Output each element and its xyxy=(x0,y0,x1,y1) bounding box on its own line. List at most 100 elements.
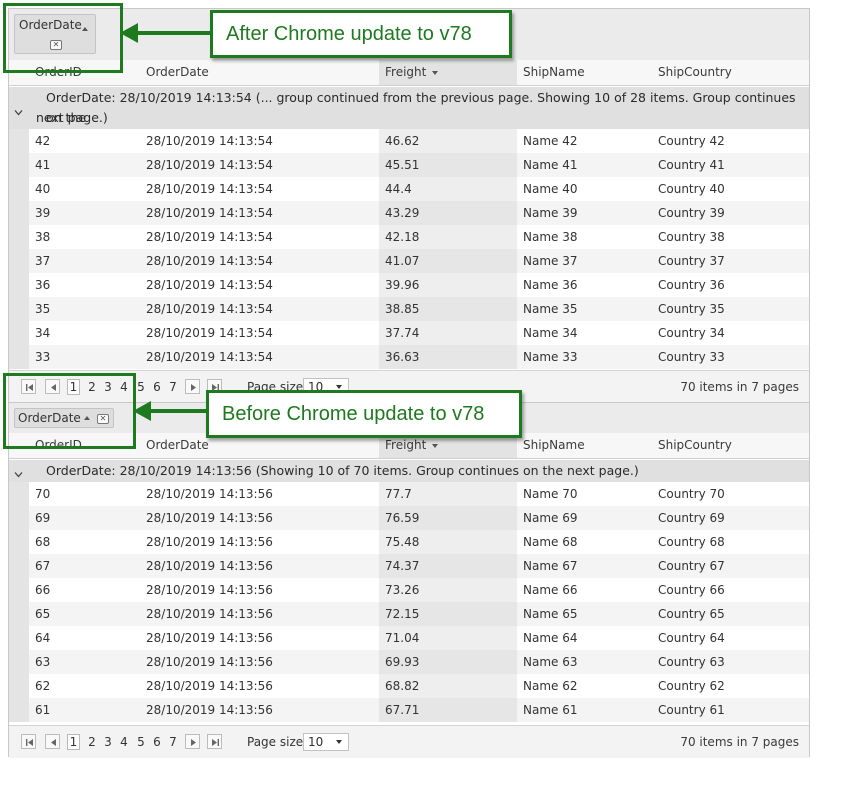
table-row[interactable]: 68 28/10/2019 14:13:56 75.48 Name 68 Country… xyxy=(9,530,809,554)
cell-shipcountry: Country 33 xyxy=(658,350,725,364)
callout-before-update: Before Chrome update to v78 xyxy=(206,390,522,438)
table-row[interactable]: 66 28/10/2019 14:13:56 73.26 Name 66 Country… xyxy=(9,578,809,602)
page-2[interactable]: 2 xyxy=(87,734,97,750)
table-row[interactable]: 34 28/10/2019 14:13:54 37.74 Name 34 Country… xyxy=(9,321,809,345)
first-page-button[interactable] xyxy=(21,734,36,749)
col-header-freight[interactable]: Freight xyxy=(379,60,517,85)
next-page-icon xyxy=(191,384,196,391)
cell-orderdate: 28/10/2019 14:13:56 xyxy=(146,583,273,597)
last-page-button[interactable] xyxy=(207,734,222,749)
page-7[interactable]: 7 xyxy=(168,379,178,395)
group-header-row[interactable]: OrderDate: 28/10/2019 14:13:56 (Showing … xyxy=(9,460,809,482)
table-row[interactable]: 40 28/10/2019 14:13:54 44.4 Name 40 Country … xyxy=(9,177,809,201)
table-row[interactable]: 38 28/10/2019 14:13:54 42.18 Name 38 Country… xyxy=(9,225,809,249)
group-indent xyxy=(9,482,29,506)
page-5[interactable]: 5 xyxy=(136,734,146,750)
table-row[interactable]: 70 28/10/2019 14:13:56 77.7 Name 70 Country … xyxy=(9,482,809,506)
cell-orderid: 65 xyxy=(35,607,51,621)
next-page-button[interactable] xyxy=(185,379,200,394)
page-3[interactable]: 3 xyxy=(103,734,113,750)
cell-shipname: Name 34 xyxy=(523,326,578,340)
cell-orderdate: 28/10/2019 14:13:56 xyxy=(146,511,273,525)
cell-freight: 44.4 xyxy=(379,177,517,201)
chevron-down-icon[interactable] xyxy=(14,470,23,479)
next-page-button[interactable] xyxy=(185,734,200,749)
cell-freight: 38.85 xyxy=(379,297,517,321)
cell-shipname: Name 61 xyxy=(523,703,578,717)
cell-freight: 39.96 xyxy=(379,273,517,297)
group-indent xyxy=(9,273,29,297)
cell-orderid: 33 xyxy=(35,350,51,364)
cell-orderid: 34 xyxy=(35,326,51,340)
last-page-icon xyxy=(212,739,219,746)
cell-shipname: Name 70 xyxy=(523,487,578,501)
col-header-shipname[interactable]: ShipName xyxy=(517,60,652,85)
prev-page-button[interactable] xyxy=(45,734,60,749)
cell-freight: 77.7 xyxy=(379,482,517,506)
arrow-bottom-icon xyxy=(133,401,209,421)
cell-shipname: Name 62 xyxy=(523,679,578,693)
cell-orderdate: 28/10/2019 14:13:56 xyxy=(146,631,273,645)
first-page-icon xyxy=(26,739,33,746)
cell-shipcountry: Country 64 xyxy=(658,631,725,645)
cell-orderid: 41 xyxy=(35,158,51,172)
page-7[interactable]: 7 xyxy=(168,734,178,750)
table-row[interactable]: 37 28/10/2019 14:13:54 41.07 Name 37 Country… xyxy=(9,249,809,273)
cell-shipcountry: Country 42 xyxy=(658,134,725,148)
cell-shipcountry: Country 70 xyxy=(658,487,725,501)
cell-shipname: Name 38 xyxy=(523,230,578,244)
cell-freight: 67.71 xyxy=(379,698,517,722)
page-size-label: Page size: xyxy=(247,735,308,749)
cell-orderid: 62 xyxy=(35,679,51,693)
table-row[interactable]: 41 28/10/2019 14:13:54 45.51 Name 41 Country… xyxy=(9,153,809,177)
pager: 1 2 3 4 5 6 7 Page size: 10 70 items in … xyxy=(9,725,809,758)
col-header-shipname[interactable]: ShipName xyxy=(517,433,652,458)
table-row[interactable]: 62 28/10/2019 14:13:56 68.82 Name 62 Country… xyxy=(9,674,809,698)
chevron-down-icon[interactable] xyxy=(14,108,23,117)
page-6[interactable]: 6 xyxy=(152,734,162,750)
page-5[interactable]: 5 xyxy=(136,379,146,395)
cell-orderdate: 28/10/2019 14:13:54 xyxy=(146,254,273,268)
cell-orderdate: 28/10/2019 14:13:54 xyxy=(146,206,273,220)
table-row[interactable]: 33 28/10/2019 14:13:54 36.63 Name 33 Country… xyxy=(9,345,809,369)
cell-orderid: 39 xyxy=(35,206,51,220)
page-size-select[interactable]: 10 xyxy=(303,733,349,751)
cell-shipname: Name 37 xyxy=(523,254,578,268)
page-6[interactable]: 6 xyxy=(152,379,162,395)
col-header-orderdate[interactable]: OrderDate xyxy=(140,60,379,85)
cell-shipname: Name 33 xyxy=(523,350,578,364)
sort-desc-icon xyxy=(432,443,439,448)
cell-orderdate: 28/10/2019 14:13:54 xyxy=(146,134,273,148)
table-row[interactable]: 39 28/10/2019 14:13:54 43.29 Name 39 Country… xyxy=(9,201,809,225)
page-1[interactable]: 1 xyxy=(67,734,80,750)
table-row[interactable]: 65 28/10/2019 14:13:56 72.15 Name 65 Country… xyxy=(9,602,809,626)
cell-orderdate: 28/10/2019 14:13:56 xyxy=(146,559,273,573)
col-header-shipcountry[interactable]: ShipCountry xyxy=(652,60,809,85)
table-row[interactable]: 35 28/10/2019 14:13:54 38.85 Name 35 Country… xyxy=(9,297,809,321)
table-row[interactable]: 64 28/10/2019 14:13:56 71.04 Name 64 Country… xyxy=(9,626,809,650)
group-indent xyxy=(9,297,29,321)
column-header-row: OrderID OrderDate Freight ShipName ShipC… xyxy=(9,60,809,86)
col-header-shipcountry[interactable]: ShipCountry xyxy=(652,433,809,458)
cell-shipcountry: Country 68 xyxy=(658,535,725,549)
table-row[interactable]: 42 28/10/2019 14:13:54 46.62 Name 42 Country… xyxy=(9,129,809,153)
cell-orderid: 40 xyxy=(35,182,51,196)
cell-orderid: 64 xyxy=(35,631,51,645)
group-header-line-2: next page.) xyxy=(36,110,108,125)
cell-orderdate: 28/10/2019 14:13:56 xyxy=(146,655,273,669)
cell-orderid: 67 xyxy=(35,559,51,573)
group-header-row[interactable]: OrderDate: 28/10/2019 14:13:54 (... grou… xyxy=(9,87,809,129)
cell-shipname: Name 64 xyxy=(523,631,578,645)
table-row[interactable]: 69 28/10/2019 14:13:56 76.59 Name 69 Country… xyxy=(9,506,809,530)
cell-orderdate: 28/10/2019 14:13:54 xyxy=(146,302,273,316)
callout-after-update: After Chrome update to v78 xyxy=(210,10,512,58)
cell-freight: 73.26 xyxy=(379,578,517,602)
table-row[interactable]: 63 28/10/2019 14:13:56 69.93 Name 63 Country… xyxy=(9,650,809,674)
table-row[interactable]: 67 28/10/2019 14:13:56 74.37 Name 67 Country… xyxy=(9,554,809,578)
table-row[interactable]: 61 28/10/2019 14:13:56 67.71 Name 61 Country… xyxy=(9,698,809,722)
page-4[interactable]: 4 xyxy=(119,734,129,750)
cell-shipname: Name 36 xyxy=(523,278,578,292)
cell-orderdate: 28/10/2019 14:13:54 xyxy=(146,278,273,292)
table-row[interactable]: 36 28/10/2019 14:13:54 39.96 Name 36 Country… xyxy=(9,273,809,297)
cell-shipcountry: Country 62 xyxy=(658,679,725,693)
